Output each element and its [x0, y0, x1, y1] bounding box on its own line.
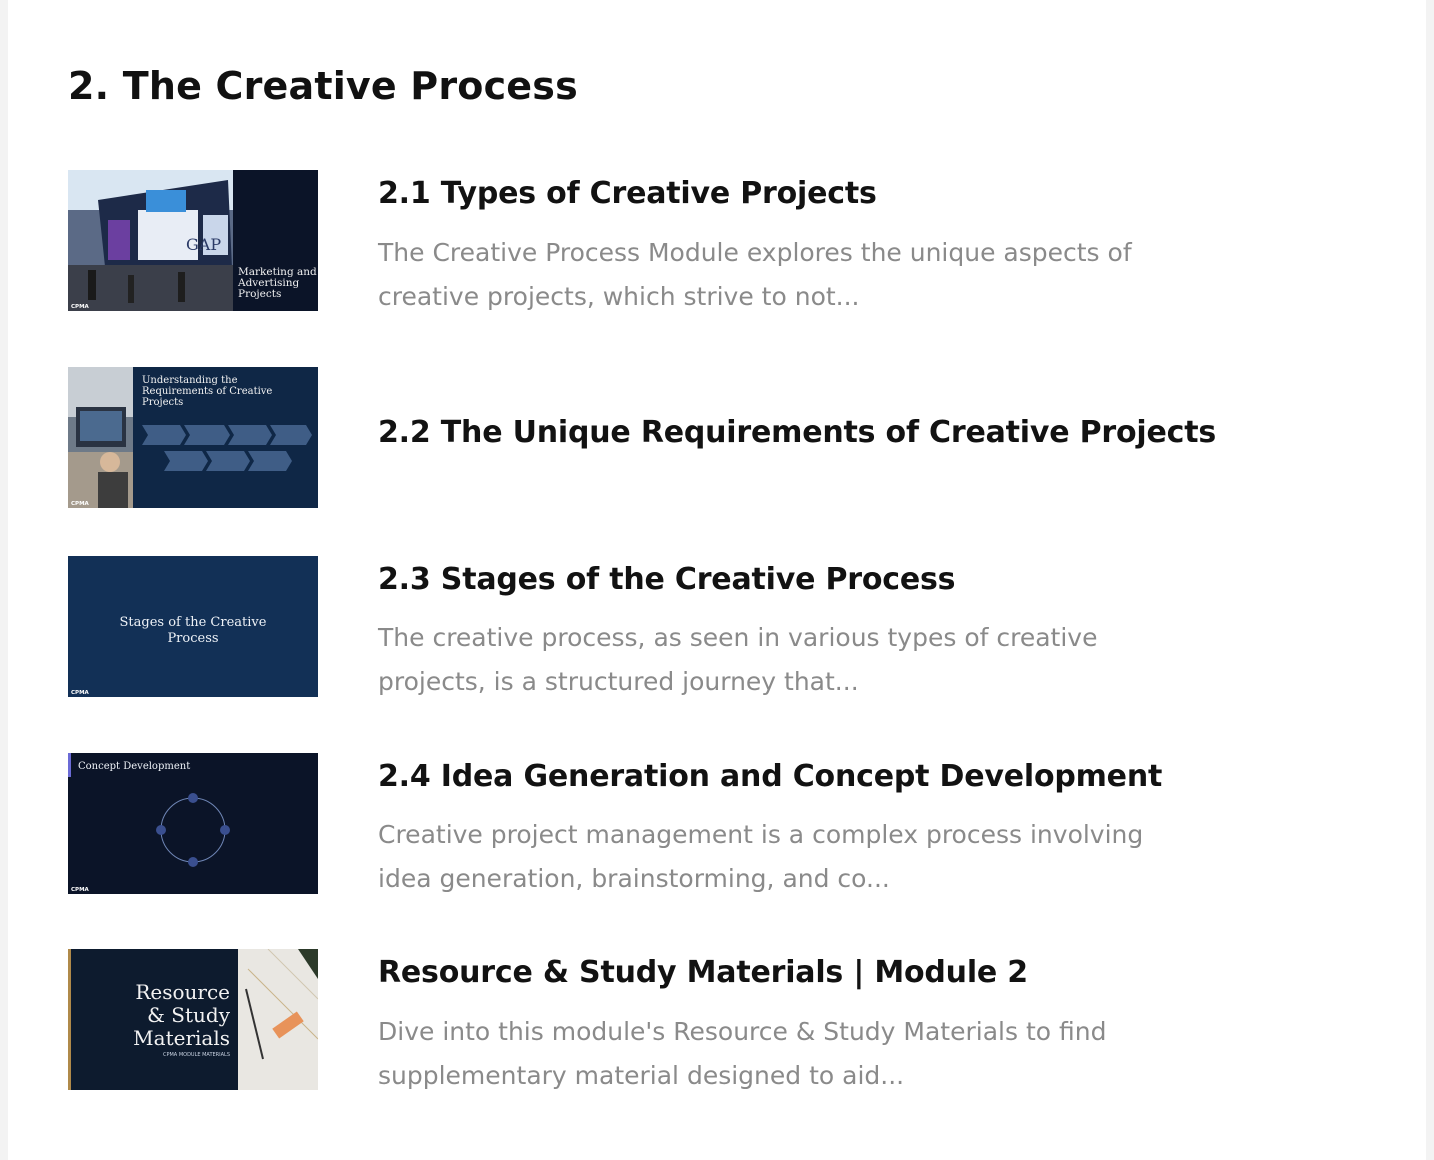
lesson-thumbnail[interactable]: Concept Development CPMA — [68, 753, 318, 894]
module-title: 2. The Creative Process — [68, 64, 578, 108]
svg-text:Requirements of Creative: Requirements of Creative — [142, 386, 272, 397]
lesson-title[interactable]: Resource & Study Materials | Module 2 — [378, 955, 1028, 990]
module-page: 2. The Creative Process GAP Marketing an… — [8, 0, 1426, 1160]
billboard-slide-image: GAP Marketing and Advertising Projects C… — [68, 170, 318, 311]
lesson-description: Dive into this module's Resource & Study… — [378, 1017, 1107, 1090]
lesson-title[interactable]: 2.1 Types of Creative Projects — [378, 176, 877, 211]
lesson-title[interactable]: 2.2 The Unique Requirements of Creative … — [378, 415, 1216, 450]
lesson-thumbnail[interactable]: Resource & Study Materials CPMA MODULE M… — [68, 949, 318, 1090]
stages-slide-image: Stages of the Creative Process CPMA — [68, 556, 318, 697]
svg-text:CPMA: CPMA — [71, 501, 90, 507]
lesson-item[interactable]: Resource & Study Materials CPMA MODULE M… — [68, 949, 1228, 1090]
lesson-description: Creative project management is a complex… — [378, 820, 1144, 893]
gap-logo-text: GAP — [186, 235, 221, 254]
svg-text:CPMA: CPMA — [71, 887, 90, 893]
svg-text:Understanding the: Understanding the — [142, 375, 238, 386]
lesson-description: The creative process, as seen in various… — [378, 623, 1098, 696]
lesson-thumbnail[interactable]: Stages of the Creative Process CPMA — [68, 556, 318, 697]
svg-text:Projects: Projects — [238, 288, 281, 300]
requirements-slide-image: Understanding the Requirements of Creati… — [68, 367, 318, 508]
lesson-thumbnail[interactable]: Understanding the Requirements of Creati… — [68, 367, 318, 508]
svg-text:Projects: Projects — [142, 397, 183, 408]
svg-text:Materials: Materials — [133, 1026, 230, 1050]
lesson-item[interactable]: GAP Marketing and Advertising Projects C… — [68, 170, 1228, 311]
lesson-item[interactable]: Concept Development CPMA 2.4 Idea Genera… — [68, 753, 1228, 894]
concept-cycle-slide-image: Concept Development CPMA — [68, 753, 318, 894]
svg-text:CPMA: CPMA — [71, 690, 90, 696]
lesson-thumbnail[interactable]: GAP Marketing and Advertising Projects C… — [68, 170, 318, 311]
lesson-item[interactable]: Understanding the Requirements of Creati… — [68, 367, 1228, 508]
lesson-title[interactable]: 2.4 Idea Generation and Concept Developm… — [378, 759, 1162, 794]
svg-text:Process: Process — [167, 631, 218, 646]
svg-text:CPMA: CPMA — [71, 304, 90, 310]
lesson-item[interactable]: Stages of the Creative Process CPMA 2.3 … — [68, 556, 1228, 697]
svg-text:& Study: & Study — [147, 1003, 231, 1027]
svg-text:CPMA MODULE MATERIALS: CPMA MODULE MATERIALS — [163, 1052, 230, 1058]
study-materials-slide-image: Resource & Study Materials CPMA MODULE M… — [68, 949, 318, 1090]
lesson-title[interactable]: 2.3 Stages of the Creative Process — [378, 562, 956, 597]
svg-text:Concept Development: Concept Development — [78, 761, 190, 772]
svg-text:Resource: Resource — [135, 980, 230, 1004]
svg-text:Stages of the Creative: Stages of the Creative — [120, 615, 267, 630]
lesson-description: The Creative Process Module explores the… — [378, 238, 1132, 311]
